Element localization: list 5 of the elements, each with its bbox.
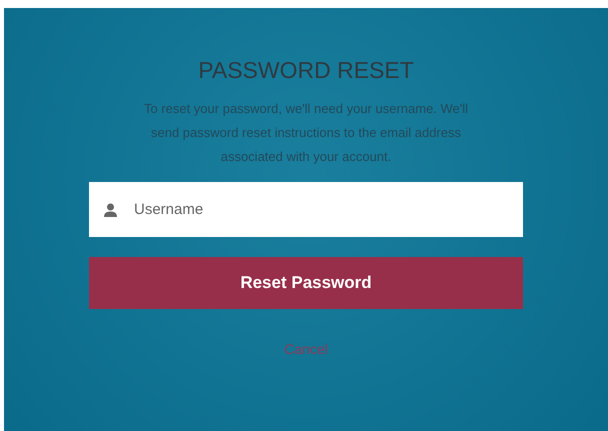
description-text: To reset your password, we'll need your username. We'll send password reset instructions to the email address associated with your account. [142, 100, 470, 166]
reset-password-button[interactable]: Reset Password [89, 257, 523, 309]
page-title: PASSWORD RESET [198, 56, 414, 85]
username-field[interactable]: Username [89, 182, 523, 237]
user-icon [104, 203, 117, 217]
